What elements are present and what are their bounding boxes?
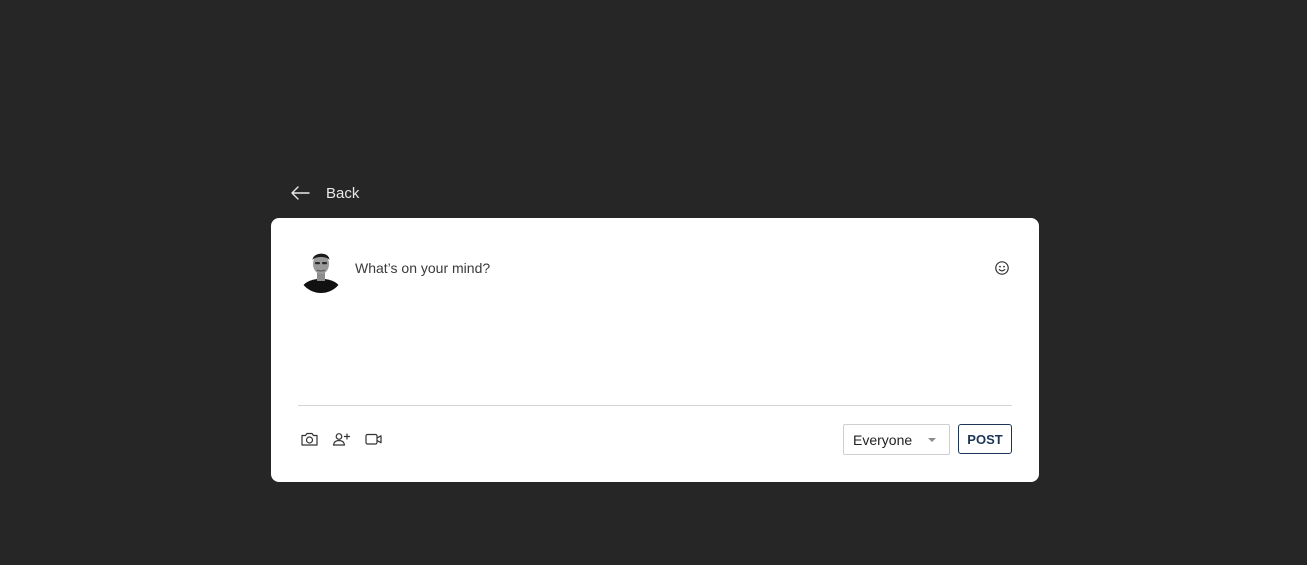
avatar <box>298 247 344 293</box>
back-label: Back <box>326 184 360 202</box>
video-icon[interactable] <box>363 430 383 448</box>
audience-selected-value: Everyone <box>853 431 913 448</box>
arrow-left-icon <box>290 185 310 201</box>
tag-person-icon[interactable] <box>331 430 351 448</box>
caret-down-icon <box>928 438 936 442</box>
create-post-card: Everyone POST <box>271 218 1039 482</box>
post-button[interactable]: POST <box>958 424 1012 454</box>
camera-icon[interactable] <box>299 430 319 448</box>
back-button[interactable]: Back <box>290 182 359 204</box>
post-text-input[interactable] <box>355 256 955 280</box>
smiley-icon[interactable] <box>994 260 1010 276</box>
composer-divider <box>298 405 1012 406</box>
audience-select[interactable]: Everyone <box>843 424 950 455</box>
